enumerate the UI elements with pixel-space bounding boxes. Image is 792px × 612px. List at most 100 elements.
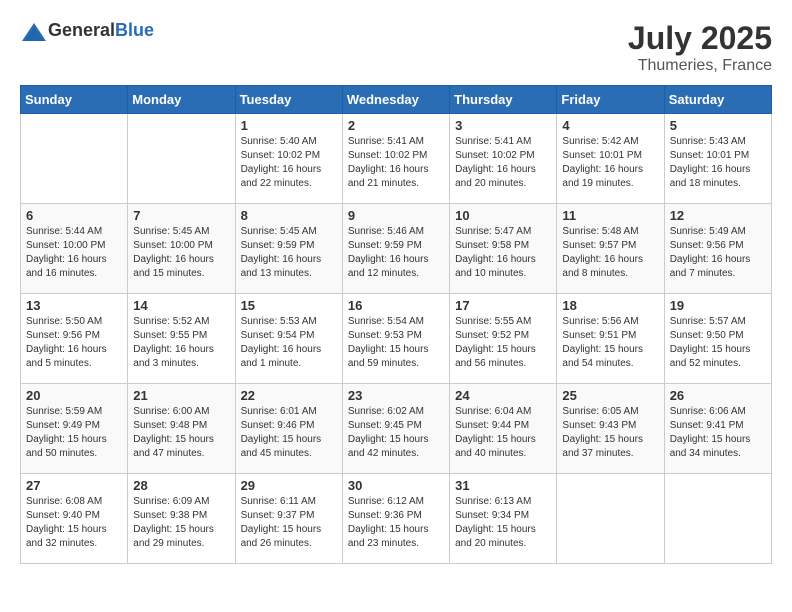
cell-content: Sunrise: 5:41 AM Sunset: 10:02 PM Daylig… — [455, 135, 551, 191]
cell-content: Sunrise: 5:40 AM Sunset: 10:02 PM Daylig… — [241, 135, 337, 191]
day-number: 17 — [455, 298, 551, 313]
title-block: July 2025 Thumeries, France — [628, 20, 772, 75]
calendar-cell: 5 Sunrise: 5:43 AM Sunset: 10:01 PM Dayli… — [664, 114, 771, 204]
calendar-cell: 28Sunrise: 6:09 AM Sunset: 9:38 PM Dayli… — [128, 474, 235, 564]
cell-content: Sunrise: 6:12 AM Sunset: 9:36 PM Dayligh… — [348, 495, 444, 551]
calendar-cell — [128, 114, 235, 204]
cell-content: Sunrise: 6:13 AM Sunset: 9:34 PM Dayligh… — [455, 495, 551, 551]
day-number: 18 — [562, 298, 658, 313]
calendar-cell: 31 Sunrise: 6:13 AM Sunset: 9:34 PM Dayli… — [450, 474, 557, 564]
calendar-week-row: 1 Sunrise: 5:40 AM Sunset: 10:02 PM Dayli… — [21, 114, 772, 204]
cell-content: Sunrise: 5:56 AM Sunset: 9:51 PM Dayligh… — [562, 315, 658, 371]
calendar-cell: 25 Sunrise: 6:05 AM Sunset: 9:43 PM Dayli… — [557, 384, 664, 474]
calendar-week-row: 6 Sunrise: 5:44 AM Sunset: 10:00 PM Dayli… — [21, 204, 772, 294]
day-number: 5 — [670, 118, 766, 133]
day-number: 27 — [26, 478, 122, 493]
cell-content: Sunrise: 5:47 AM Sunset: 9:58 PM Dayligh… — [455, 225, 551, 281]
calendar-week-row: 13Sunrise: 5:50 AM Sunset: 9:56 PM Dayli… — [21, 294, 772, 384]
calendar-cell: 7 Sunrise: 5:45 AM Sunset: 10:00 PM Dayli… — [128, 204, 235, 294]
calendar-cell: 17 Sunrise: 5:55 AM Sunset: 9:52 PM Dayli… — [450, 294, 557, 384]
logo-text: GeneralBlue — [48, 20, 154, 41]
weekday-header: Monday — [128, 86, 235, 114]
logo-icon — [20, 21, 44, 41]
cell-content: Sunrise: 5:46 AM Sunset: 9:59 PM Dayligh… — [348, 225, 444, 281]
cell-content: Sunrise: 5:54 AM Sunset: 9:53 PM Dayligh… — [348, 315, 444, 371]
day-number: 26 — [670, 388, 766, 403]
day-number: 9 — [348, 208, 444, 223]
calendar-cell: 23 Sunrise: 6:02 AM Sunset: 9:45 PM Dayli… — [342, 384, 449, 474]
day-number: 24 — [455, 388, 551, 403]
weekday-header: Friday — [557, 86, 664, 114]
calendar-cell: 27 Sunrise: 6:08 AM Sunset: 9:40 PM Dayli… — [21, 474, 128, 564]
calendar-cell: 11Sunrise: 5:48 AM Sunset: 9:57 PM Dayli… — [557, 204, 664, 294]
day-number: 21 — [133, 388, 229, 403]
cell-content: Sunrise: 6:02 AM Sunset: 9:45 PM Dayligh… — [348, 405, 444, 461]
calendar-cell: 24Sunrise: 6:04 AM Sunset: 9:44 PM Dayli… — [450, 384, 557, 474]
calendar-cell: 16 Sunrise: 5:54 AM Sunset: 9:53 PM Dayli… — [342, 294, 449, 384]
cell-content: Sunrise: 5:53 AM Sunset: 9:54 PM Dayligh… — [241, 315, 337, 371]
weekday-header: Tuesday — [235, 86, 342, 114]
cell-content: Sunrise: 6:11 AM Sunset: 9:37 PM Dayligh… — [241, 495, 337, 551]
cell-content: Sunrise: 5:43 AM Sunset: 10:01 PM Daylig… — [670, 135, 766, 191]
calendar-week-row: 27 Sunrise: 6:08 AM Sunset: 9:40 PM Dayli… — [21, 474, 772, 564]
calendar-cell: 26Sunrise: 6:06 AM Sunset: 9:41 PM Dayli… — [664, 384, 771, 474]
calendar-cell: 18 Sunrise: 5:56 AM Sunset: 9:51 PM Dayli… — [557, 294, 664, 384]
day-number: 20 — [26, 388, 122, 403]
weekday-header: Wednesday — [342, 86, 449, 114]
calendar-cell: 8Sunrise: 5:45 AM Sunset: 9:59 PM Daylig… — [235, 204, 342, 294]
calendar-cell: 6 Sunrise: 5:44 AM Sunset: 10:00 PM Dayli… — [21, 204, 128, 294]
logo-blue: Blue — [115, 20, 154, 40]
day-number: 10 — [455, 208, 551, 223]
day-number: 25 — [562, 388, 658, 403]
calendar-cell: 29 Sunrise: 6:11 AM Sunset: 9:37 PM Dayli… — [235, 474, 342, 564]
calendar-cell: 3 Sunrise: 5:41 AM Sunset: 10:02 PM Dayli… — [450, 114, 557, 204]
calendar-cell: 12Sunrise: 5:49 AM Sunset: 9:56 PM Dayli… — [664, 204, 771, 294]
day-number: 23 — [348, 388, 444, 403]
calendar-cell — [21, 114, 128, 204]
month-year: July 2025 — [628, 20, 772, 57]
day-number: 31 — [455, 478, 551, 493]
day-number: 4 — [562, 118, 658, 133]
calendar: SundayMondayTuesdayWednesdayThursdayFrid… — [20, 85, 772, 564]
calendar-cell: 30 Sunrise: 6:12 AM Sunset: 9:36 PM Dayli… — [342, 474, 449, 564]
day-number: 14 — [133, 298, 229, 313]
calendar-cell: 1 Sunrise: 5:40 AM Sunset: 10:02 PM Dayli… — [235, 114, 342, 204]
day-number: 1 — [241, 118, 337, 133]
calendar-cell: 9 Sunrise: 5:46 AM Sunset: 9:59 PM Daylig… — [342, 204, 449, 294]
calendar-cell: 14 Sunrise: 5:52 AM Sunset: 9:55 PM Dayli… — [128, 294, 235, 384]
page-header: GeneralBlue July 2025 Thumeries, France — [20, 20, 772, 75]
cell-content: Sunrise: 5:44 AM Sunset: 10:00 PM Daylig… — [26, 225, 122, 281]
calendar-cell: 22 Sunrise: 6:01 AM Sunset: 9:46 PM Dayli… — [235, 384, 342, 474]
day-number: 8 — [241, 208, 337, 223]
weekday-header: Thursday — [450, 86, 557, 114]
cell-content: Sunrise: 5:48 AM Sunset: 9:57 PM Dayligh… — [562, 225, 658, 281]
cell-content: Sunrise: 5:55 AM Sunset: 9:52 PM Dayligh… — [455, 315, 551, 371]
day-number: 15 — [241, 298, 337, 313]
day-number: 12 — [670, 208, 766, 223]
cell-content: Sunrise: 5:59 AM Sunset: 9:49 PM Dayligh… — [26, 405, 122, 461]
calendar-cell: 15 Sunrise: 5:53 AM Sunset: 9:54 PM Dayli… — [235, 294, 342, 384]
cell-content: Sunrise: 5:45 AM Sunset: 10:00 PM Daylig… — [133, 225, 229, 281]
calendar-cell: 13Sunrise: 5:50 AM Sunset: 9:56 PM Dayli… — [21, 294, 128, 384]
calendar-week-row: 20 Sunrise: 5:59 AM Sunset: 9:49 PM Dayli… — [21, 384, 772, 474]
day-number: 3 — [455, 118, 551, 133]
cell-content: Sunrise: 5:52 AM Sunset: 9:55 PM Dayligh… — [133, 315, 229, 371]
calendar-cell: 2Sunrise: 5:41 AM Sunset: 10:02 PM Dayli… — [342, 114, 449, 204]
cell-content: Sunrise: 5:42 AM Sunset: 10:01 PM Daylig… — [562, 135, 658, 191]
calendar-cell: 4 Sunrise: 5:42 AM Sunset: 10:01 PM Dayli… — [557, 114, 664, 204]
day-number: 30 — [348, 478, 444, 493]
day-number: 22 — [241, 388, 337, 403]
day-number: 7 — [133, 208, 229, 223]
cell-content: Sunrise: 6:05 AM Sunset: 9:43 PM Dayligh… — [562, 405, 658, 461]
calendar-cell: 21 Sunrise: 6:00 AM Sunset: 9:48 PM Dayli… — [128, 384, 235, 474]
calendar-header-row: SundayMondayTuesdayWednesdayThursdayFrid… — [21, 86, 772, 114]
cell-content: Sunrise: 6:00 AM Sunset: 9:48 PM Dayligh… — [133, 405, 229, 461]
cell-content: Sunrise: 6:08 AM Sunset: 9:40 PM Dayligh… — [26, 495, 122, 551]
day-number: 6 — [26, 208, 122, 223]
day-number: 13 — [26, 298, 122, 313]
day-number: 16 — [348, 298, 444, 313]
day-number: 19 — [670, 298, 766, 313]
cell-content: Sunrise: 6:01 AM Sunset: 9:46 PM Dayligh… — [241, 405, 337, 461]
day-number: 29 — [241, 478, 337, 493]
weekday-header: Saturday — [664, 86, 771, 114]
